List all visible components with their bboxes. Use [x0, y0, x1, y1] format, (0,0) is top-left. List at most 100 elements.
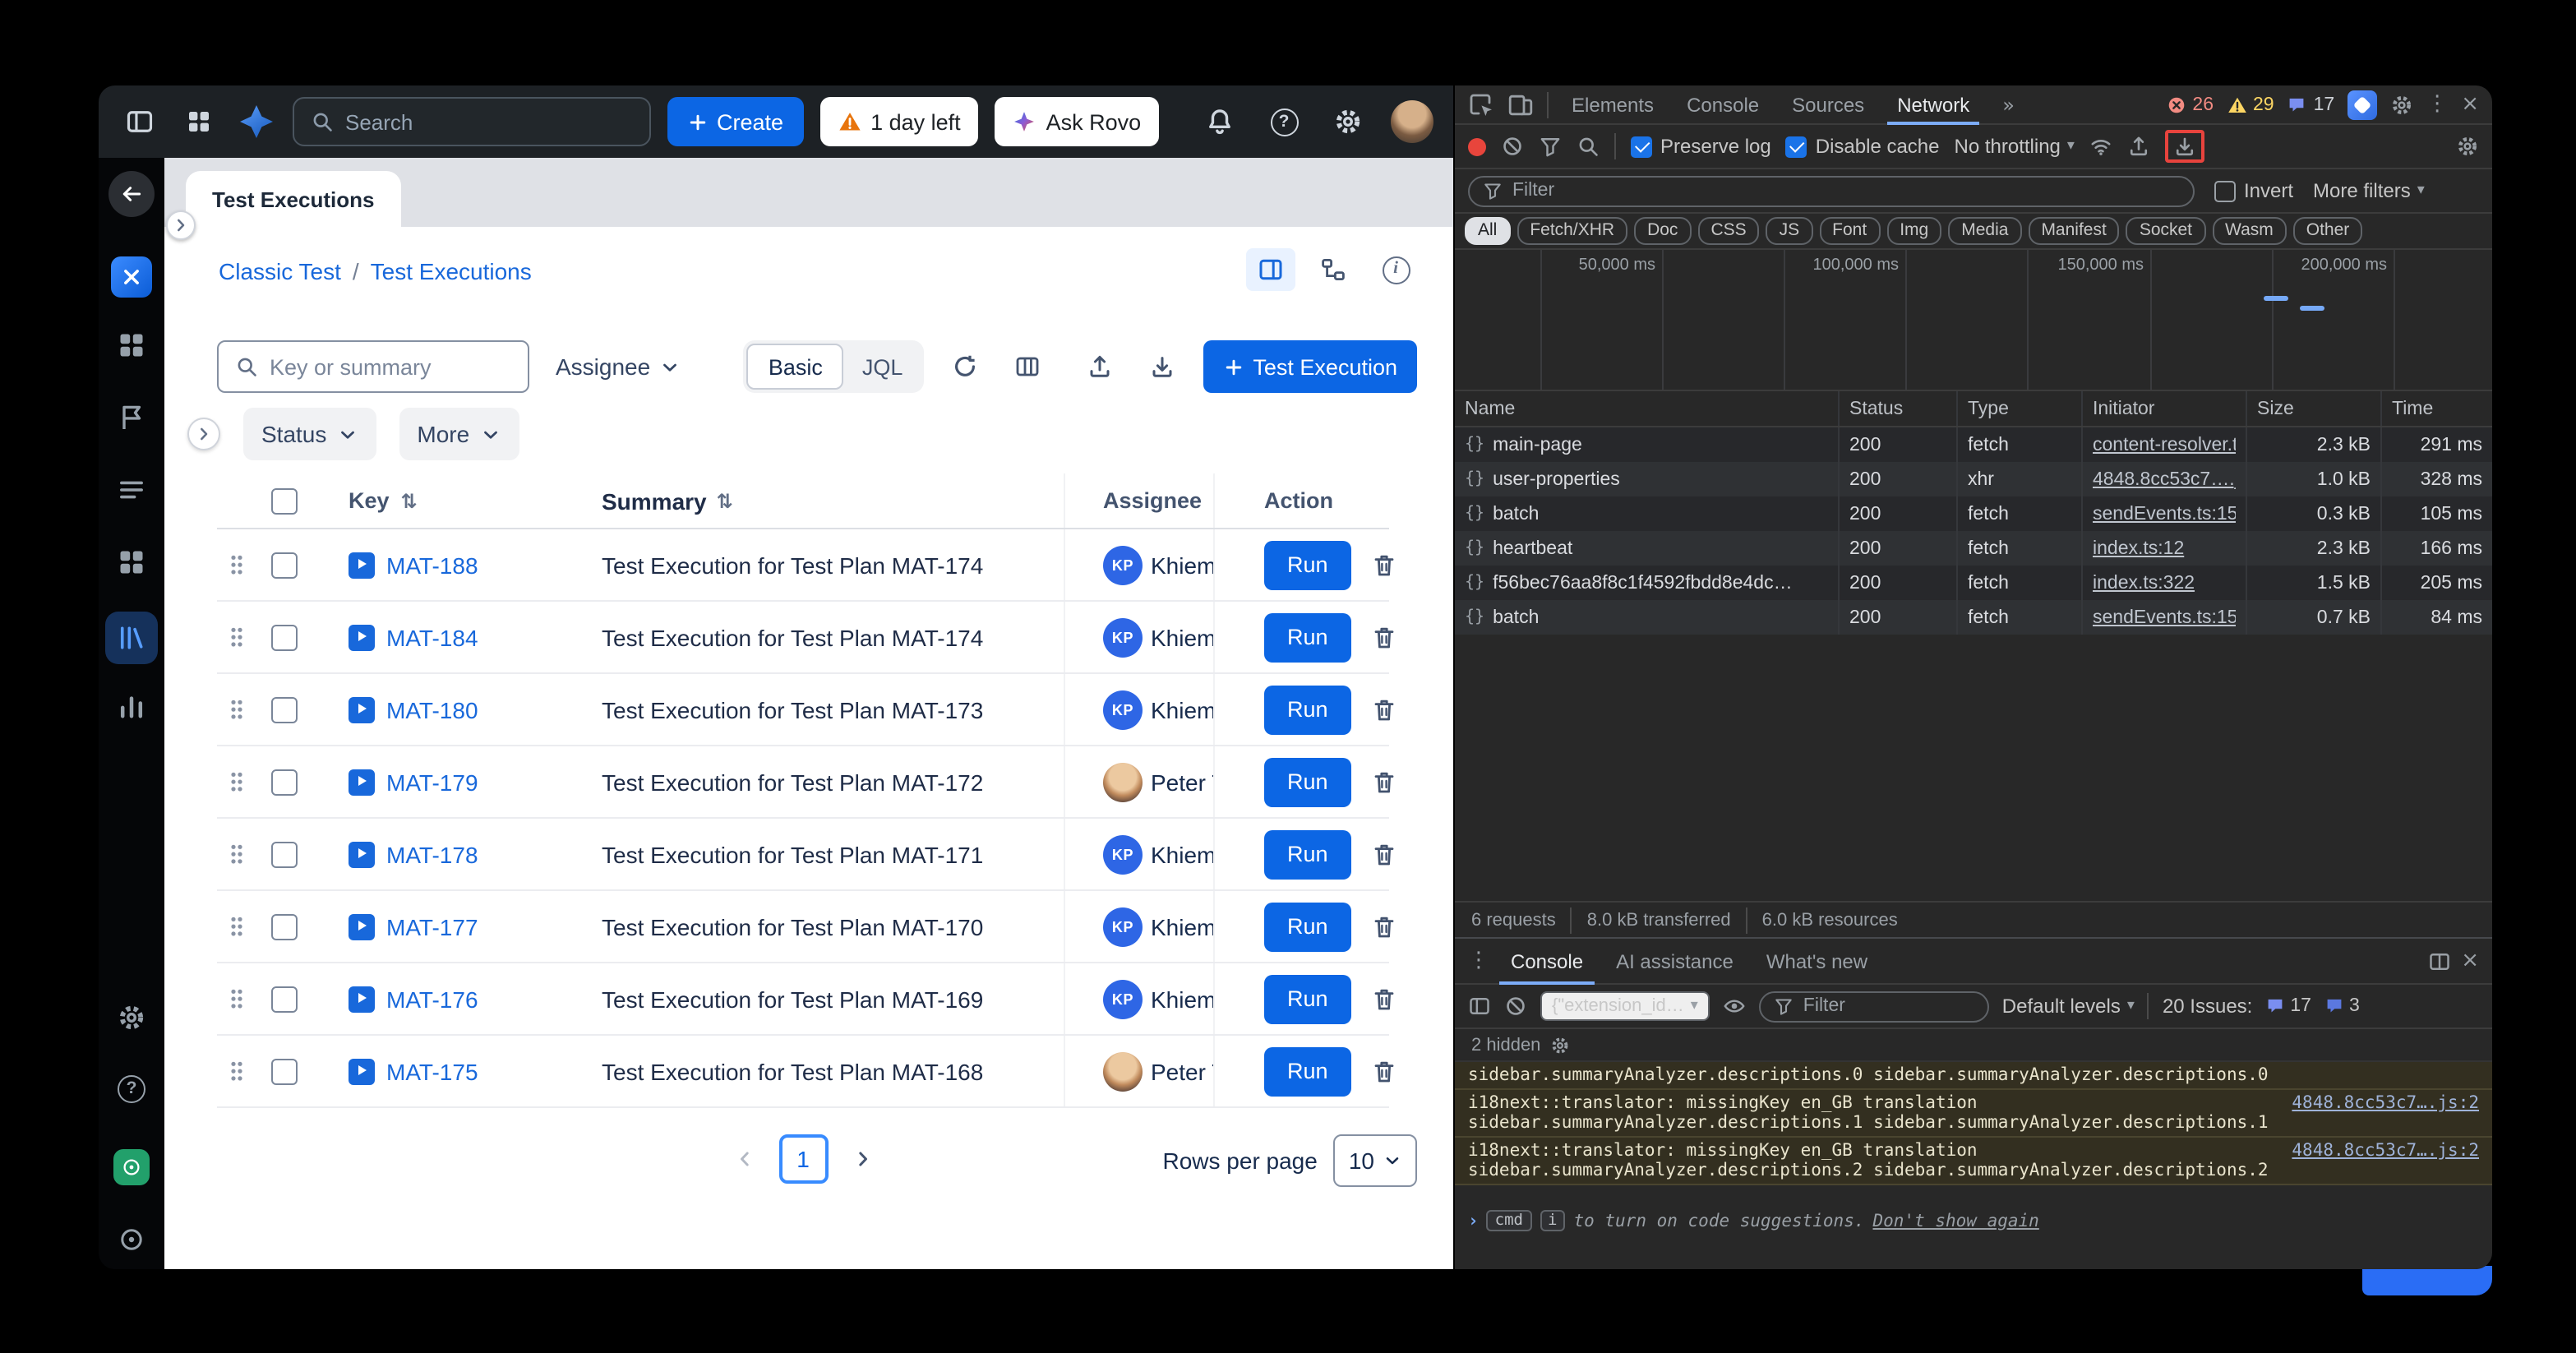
dont-show-again-link[interactable]: Don't show again [1873, 1211, 2039, 1231]
network-filter-input[interactable] [1512, 181, 2180, 201]
drag-handle[interactable] [230, 554, 243, 575]
column-initiator[interactable]: Initiator [2083, 391, 2247, 426]
issue-key-link[interactable]: MAT-184 [386, 624, 478, 650]
error-count-badge[interactable]: 26 [2166, 95, 2214, 114]
network-request-row[interactable]: {}main-page 200 fetch content-resolver.t… [1455, 427, 2492, 462]
chip-font[interactable]: Font [1819, 217, 1880, 245]
rail-item-discover[interactable] [118, 1226, 145, 1253]
drawer-tab-whats-new[interactable]: What's new [1755, 938, 1879, 984]
breadcrumb-parent-link[interactable]: Classic Test [219, 258, 341, 284]
close-drawer-button[interactable]: × [2461, 950, 2479, 972]
run-button[interactable]: Run [1264, 757, 1351, 806]
tab-sources[interactable]: Sources [1782, 85, 1874, 124]
issues-count-badge[interactable]: 17 [2287, 95, 2335, 114]
delete-button[interactable] [1371, 986, 1397, 1012]
initiator-link[interactable]: sendEvents.ts:15 [2093, 607, 2236, 627]
clear-console-button[interactable] [1504, 995, 1527, 1018]
drawer-tab-ai-assistance[interactable]: AI assistance [1604, 938, 1745, 984]
network-filter-field[interactable] [1468, 175, 2195, 206]
back-button[interactable] [108, 171, 155, 217]
extension-icon[interactable] [2347, 90, 2377, 119]
initiator-link[interactable]: 4848.8cc53c7….js:2 [2093, 469, 2236, 489]
hidden-settings-button[interactable] [1550, 1035, 1570, 1055]
drag-handle[interactable] [230, 699, 243, 720]
search-network-button[interactable] [1577, 135, 1600, 158]
initiator-link[interactable]: index.ts:322 [2093, 573, 2195, 593]
invert-checkbox[interactable]: Invert [2214, 179, 2293, 202]
chip-manifest[interactable]: Manifest [2028, 217, 2119, 245]
network-conditions-button[interactable] [2089, 135, 2112, 158]
row-checkbox[interactable] [271, 1058, 298, 1084]
network-timeline-overview[interactable]: 50,000 ms 100,000 ms 150,000 ms 200,000 … [1455, 250, 2492, 391]
network-settings-button[interactable] [2456, 135, 2479, 158]
rail-item-test-library-active[interactable] [105, 612, 158, 664]
chip-socket[interactable]: Socket [2126, 217, 2205, 245]
inspect-element-button[interactable] [1468, 91, 1494, 118]
preserve-log-checkbox[interactable]: Preserve log [1631, 135, 1771, 158]
green-app-icon[interactable] [113, 1149, 150, 1185]
notifications-button[interactable] [1198, 100, 1241, 143]
sort-icon[interactable]: ⇅ [717, 489, 733, 512]
console-warning-message[interactable]: i18next::translator: missingKey en_GB tr… [1455, 1090, 2492, 1138]
xray-app-logo[interactable] [111, 256, 152, 298]
detail-view-button[interactable] [1246, 248, 1295, 291]
network-request-row[interactable]: {}heartbeat 200 fetch index.ts:12 2.3 kB… [1455, 531, 2492, 566]
console-warning-message[interactable]: i18next::translator: missingKey en_GB tr… [1455, 1138, 2492, 1185]
source-link[interactable]: 4848.8cc53c7….js:2 [2292, 1141, 2479, 1161]
chip-all[interactable]: All [1465, 217, 1510, 245]
global-search[interactable] [293, 97, 651, 146]
network-request-row[interactable]: {}f56bec76aa8f8c1f4592fbdd8e4dc… 200 fet… [1455, 566, 2492, 600]
drawer-tab-console[interactable]: Console [1499, 938, 1595, 984]
sidebar-toggle-button[interactable] [118, 100, 161, 143]
issue-count-badge[interactable]: 17 [2265, 996, 2311, 1016]
app-switcher-button[interactable] [178, 100, 220, 143]
close-devtools-button[interactable]: × [2461, 94, 2479, 115]
delete-button[interactable] [1371, 624, 1397, 650]
issue-count-badge[interactable]: 3 [2324, 996, 2360, 1016]
column-status[interactable]: Status [1840, 391, 1958, 426]
rail-item-dashboards[interactable] [117, 547, 146, 577]
devtools-settings-button[interactable] [2390, 93, 2413, 116]
row-checkbox[interactable] [271, 769, 298, 795]
run-button[interactable]: Run [1264, 902, 1351, 951]
console-filter-input[interactable] [1803, 996, 1974, 1016]
previous-page-button[interactable] [732, 1148, 755, 1171]
network-request-row[interactable]: {}batch 200 fetch sendEvents.ts:15 0.7 k… [1455, 600, 2492, 635]
select-all-checkbox[interactable] [271, 487, 298, 514]
throttling-select[interactable]: No throttling▾ [1955, 135, 2075, 158]
more-filters-select[interactable]: More filters▾ [2313, 179, 2425, 202]
expand-sidebar-button[interactable] [166, 210, 196, 240]
drag-handle[interactable] [230, 1060, 243, 1082]
run-button[interactable]: Run [1264, 540, 1351, 589]
source-link[interactable]: 4848.8cc53c7….js:2 [2292, 1093, 2479, 1113]
create-button[interactable]: Create [667, 97, 803, 146]
delete-button[interactable] [1371, 1058, 1397, 1084]
row-checkbox[interactable] [271, 696, 298, 723]
chip-other[interactable]: Other [2293, 217, 2363, 245]
export-har-button[interactable] [2127, 135, 2150, 158]
row-checkbox[interactable] [271, 841, 298, 867]
run-button[interactable]: Run [1264, 974, 1351, 1023]
row-checkbox[interactable] [271, 552, 298, 578]
delete-button[interactable] [1371, 841, 1397, 867]
sort-icon[interactable]: ⇅ [401, 489, 418, 512]
import-har-button[interactable] [2173, 135, 2196, 158]
rows-per-page-select[interactable]: 10 [1334, 1134, 1417, 1187]
delete-button[interactable] [1371, 552, 1397, 578]
chip-js[interactable]: JS [1766, 217, 1813, 245]
issue-key-link[interactable]: MAT-175 [386, 1058, 478, 1084]
issue-key-link[interactable]: MAT-180 [386, 696, 478, 723]
column-header-key[interactable]: Key [349, 488, 390, 513]
row-checkbox[interactable] [271, 913, 298, 940]
run-button[interactable]: Run [1264, 612, 1351, 662]
drag-handle[interactable] [230, 771, 243, 792]
rail-item-settings[interactable] [117, 1003, 146, 1032]
tree-view-button[interactable] [1309, 248, 1358, 291]
initiator-link[interactable]: sendEvents.ts:15 [2093, 504, 2236, 524]
tab-console[interactable]: Console [1677, 85, 1769, 124]
key-summary-input[interactable] [270, 354, 511, 379]
more-tabs-icon[interactable]: » [1992, 85, 2024, 124]
refresh-button[interactable] [944, 345, 986, 388]
run-button[interactable]: Run [1264, 1046, 1351, 1096]
issue-key-link[interactable]: MAT-176 [386, 986, 478, 1012]
